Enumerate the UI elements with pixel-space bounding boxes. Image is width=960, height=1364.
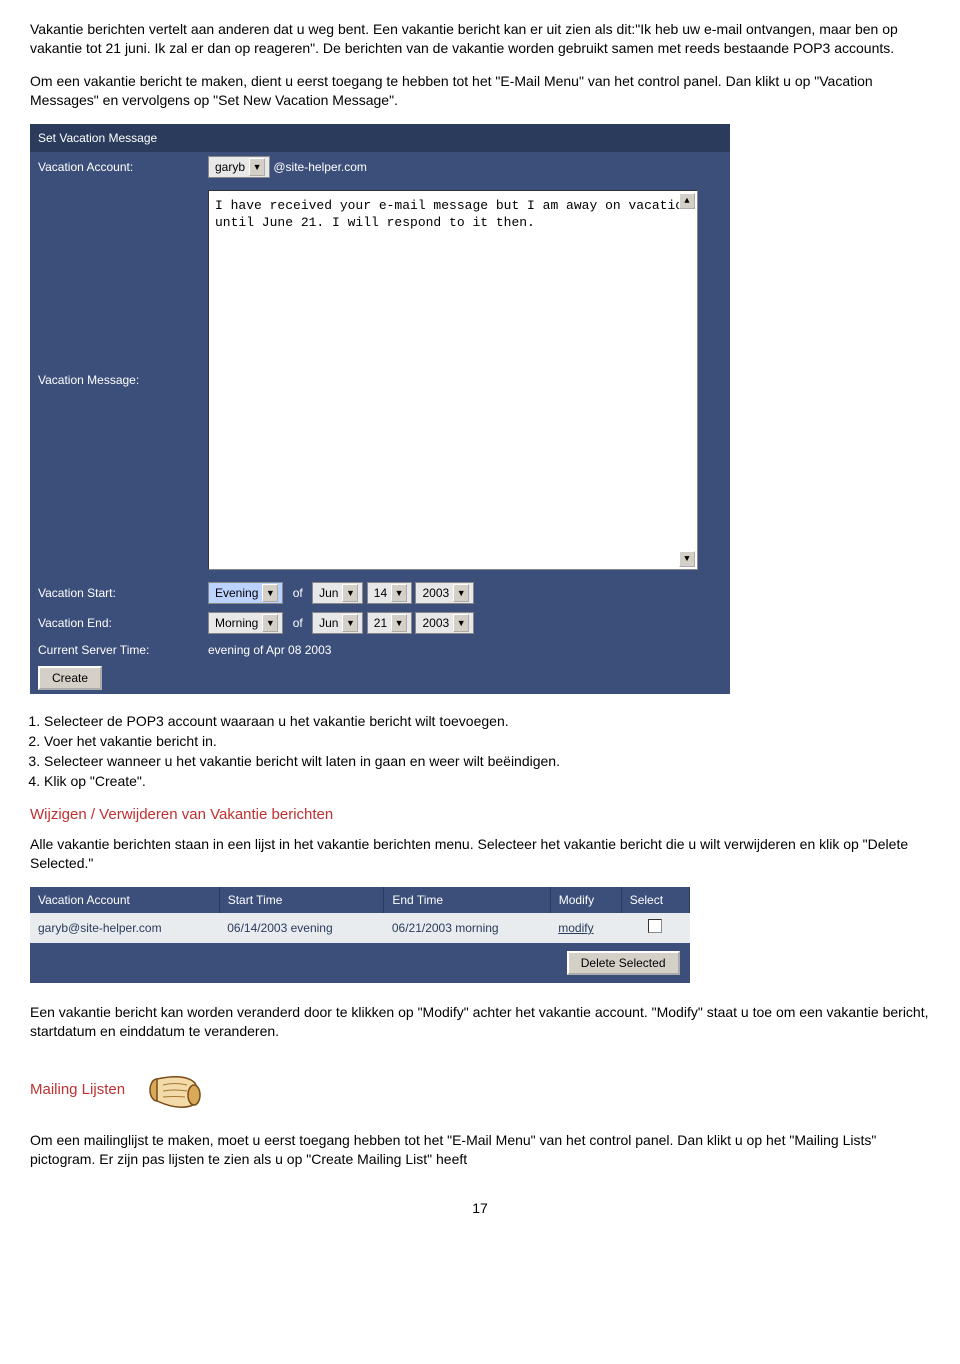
of-text: of [287,616,309,630]
col-start: Start Time [219,887,384,913]
account-domain: @site-helper.com [273,160,367,174]
row-account: garyb@site-helper.com [30,913,219,943]
delete-selected-button[interactable]: Delete Selected [567,951,680,975]
scroll-icon [145,1065,205,1115]
create-button[interactable]: Create [38,666,102,690]
of-text: of [287,586,309,600]
account-value: garyb [215,159,245,175]
start-tod-select[interactable]: Evening▼ [208,582,283,604]
chevron-down-icon: ▼ [453,584,469,602]
account-label: Vacation Account: [30,152,200,182]
chevron-down-icon: ▼ [342,584,358,602]
chevron-down-icon: ▼ [391,614,407,632]
row-end: 06/21/2003 morning [384,913,550,943]
server-time-label: Current Server Time: [30,638,200,662]
intro-paragraph-2: Om een vakantie bericht te maken, dient … [30,72,930,110]
row-start: 06/14/2003 evening [219,913,384,943]
col-select: Select [621,887,689,913]
account-select[interactable]: garyb ▼ [208,156,270,178]
chevron-down-icon: ▼ [249,158,265,176]
step-3: Selecteer wanneer u het vakantie bericht… [44,752,930,771]
page-number: 17 [30,1199,930,1218]
scroll-down-icon[interactable]: ▼ [679,551,695,567]
end-label: Vacation End: [30,608,200,638]
step-1: Selecteer de POP3 account waaraan u het … [44,712,930,731]
modify-para: Alle vakantie berichten staan in een lij… [30,835,930,873]
chevron-down-icon: ▼ [262,584,278,602]
chevron-down-icon: ▼ [262,614,278,632]
col-end: End Time [384,887,550,913]
end-month-select[interactable]: Jun▼ [312,612,363,634]
chevron-down-icon: ▼ [453,614,469,632]
server-time-value: evening of Apr 08 2003 [200,638,730,662]
steps-list: Selecteer de POP3 account waaraan u het … [30,712,930,791]
intro-paragraph-1: Vakantie berichten vertelt aan anderen d… [30,20,930,58]
start-year-select[interactable]: 2003▼ [415,582,474,604]
end-tod-select[interactable]: Morning▼ [208,612,283,634]
start-label: Vacation Start: [30,578,200,608]
message-text: I have received your e-mail message but … [215,198,691,231]
heading-modify-delete: Wijzigen / Verwijderen van Vakantie beri… [30,805,930,825]
scroll-up-icon[interactable]: ▲ [679,193,695,209]
chevron-down-icon: ▼ [391,584,407,602]
col-modify: Modify [550,887,621,913]
start-day-select[interactable]: 14▼ [367,582,412,604]
mailing-para: Om een mailinglijst te maken, moet u eer… [30,1131,930,1169]
select-checkbox[interactable] [648,919,662,933]
end-year-select[interactable]: 2003▼ [415,612,474,634]
heading-mailing-lists: Mailing Lijsten [30,1080,125,1100]
modify-explain: Een vakantie bericht kan worden verander… [30,1003,930,1041]
message-label: Vacation Message: [30,182,200,578]
form-title: Set Vacation Message [30,124,730,152]
message-textarea[interactable]: I have received your e-mail message but … [208,190,698,570]
col-account: Vacation Account [30,887,219,913]
vacation-list-table: Vacation Account Start Time End Time Mod… [30,887,690,984]
set-vacation-form: Set Vacation Message Vacation Account: g… [30,124,730,695]
chevron-down-icon: ▼ [342,614,358,632]
end-day-select[interactable]: 21▼ [367,612,412,634]
step-4: Klik op "Create". [44,772,930,791]
step-2: Voer het vakantie bericht in. [44,732,930,751]
start-month-select[interactable]: Jun▼ [312,582,363,604]
modify-link[interactable]: modify [558,921,593,935]
